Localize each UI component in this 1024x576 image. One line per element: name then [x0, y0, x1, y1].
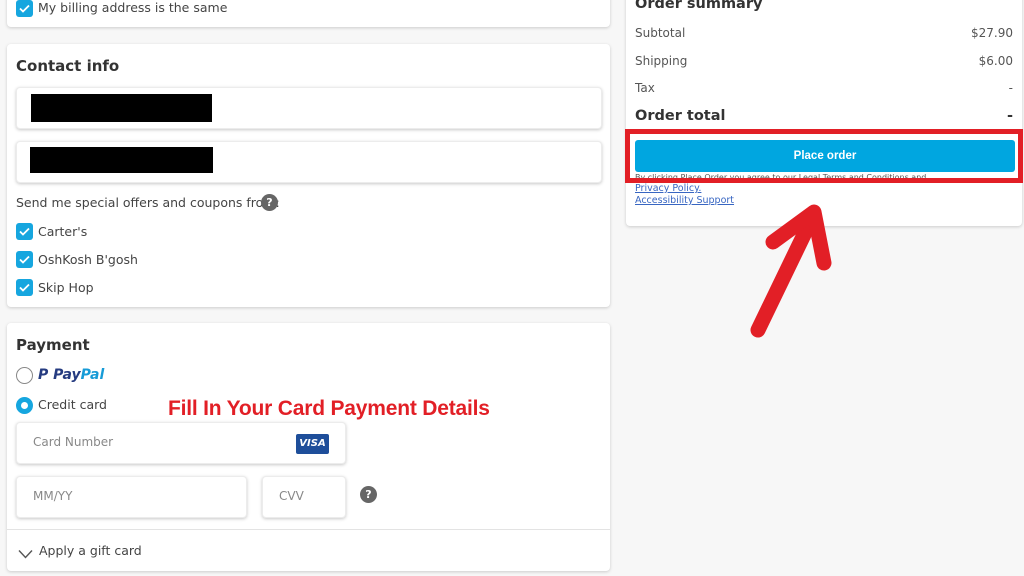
tax-value: -	[1008, 81, 1013, 95]
brand-checkbox-carters[interactable]	[16, 223, 33, 240]
redacted-value	[31, 94, 212, 122]
payment-card: Payment P PayPal Credit card Card Number…	[7, 323, 610, 571]
privacy-policy-link[interactable]: Privacy Policy.	[635, 183, 701, 194]
card-number-input[interactable]: Card Number VISA	[16, 422, 346, 464]
paypal-logo[interactable]: P PayPal	[38, 367, 104, 383]
same-billing-checkbox[interactable]	[16, 0, 33, 17]
phone-field[interactable]	[16, 141, 602, 183]
visa-icon: VISA	[296, 434, 329, 454]
gift-card-link[interactable]: Apply a gift card	[39, 543, 142, 558]
legal-text: By clicking Place Order you agree to our…	[635, 173, 927, 182]
card-number-placeholder: Card Number	[33, 435, 114, 449]
divider	[7, 529, 610, 530]
brand-label: Skip Hop	[38, 280, 94, 295]
credit-card-label: Credit card	[38, 397, 107, 412]
brand-checkbox-skiphop[interactable]	[16, 279, 33, 296]
gift-card-toggle[interactable]	[18, 544, 34, 559]
accessibility-support-link[interactable]: Accessibility Support	[635, 195, 734, 206]
check-icon	[19, 4, 30, 13]
cvv-input[interactable]: CVV	[262, 476, 346, 518]
brand-checkbox-oshkosh[interactable]	[16, 251, 33, 268]
shipping-value: $6.00	[978, 54, 1013, 68]
payment-title: Payment	[16, 336, 90, 354]
credit-card-radio[interactable]	[16, 397, 33, 414]
offers-label: Send me special offers and coupons from:	[16, 195, 280, 210]
subtotal-label: Subtotal	[635, 26, 686, 40]
expiry-input[interactable]: MM/YY	[16, 476, 247, 518]
cvv-placeholder: CVV	[279, 489, 304, 503]
check-icon	[19, 283, 30, 292]
paypal-radio[interactable]	[16, 367, 33, 384]
help-icon[interactable]: ?	[261, 194, 278, 211]
brand-label: OshKosh B'gosh	[38, 252, 138, 267]
same-billing-label: My billing address is the same	[38, 0, 228, 15]
tax-label: Tax	[635, 81, 655, 95]
shipping-label: Shipping	[635, 54, 688, 68]
order-summary-title: Order summary	[635, 0, 763, 12]
brand-label: Carter's	[38, 224, 88, 239]
order-total-value: -	[1006, 108, 1013, 124]
contact-info-title: Contact info	[16, 57, 120, 75]
cvv-help-icon[interactable]: ?	[360, 486, 377, 503]
order-total-label: Order total	[635, 108, 726, 124]
chevron-down-icon	[18, 550, 33, 559]
place-order-button[interactable]: Place order	[635, 140, 1015, 172]
email-field[interactable]	[16, 87, 602, 129]
redacted-value	[30, 147, 213, 173]
check-icon	[19, 255, 30, 264]
annotation-text: Fill In Your Card Payment Details	[168, 397, 490, 420]
check-icon	[19, 227, 30, 236]
order-summary-card: Order summary Subtotal $27.90 Shipping $…	[626, 0, 1022, 226]
expiry-placeholder: MM/YY	[33, 489, 73, 503]
billing-card: My billing address is the same	[7, 0, 610, 27]
contact-info-card: Contact info Send me special offers and …	[7, 44, 610, 307]
subtotal-value: $27.90	[971, 26, 1013, 40]
paypal-p-icon: P	[38, 367, 49, 383]
